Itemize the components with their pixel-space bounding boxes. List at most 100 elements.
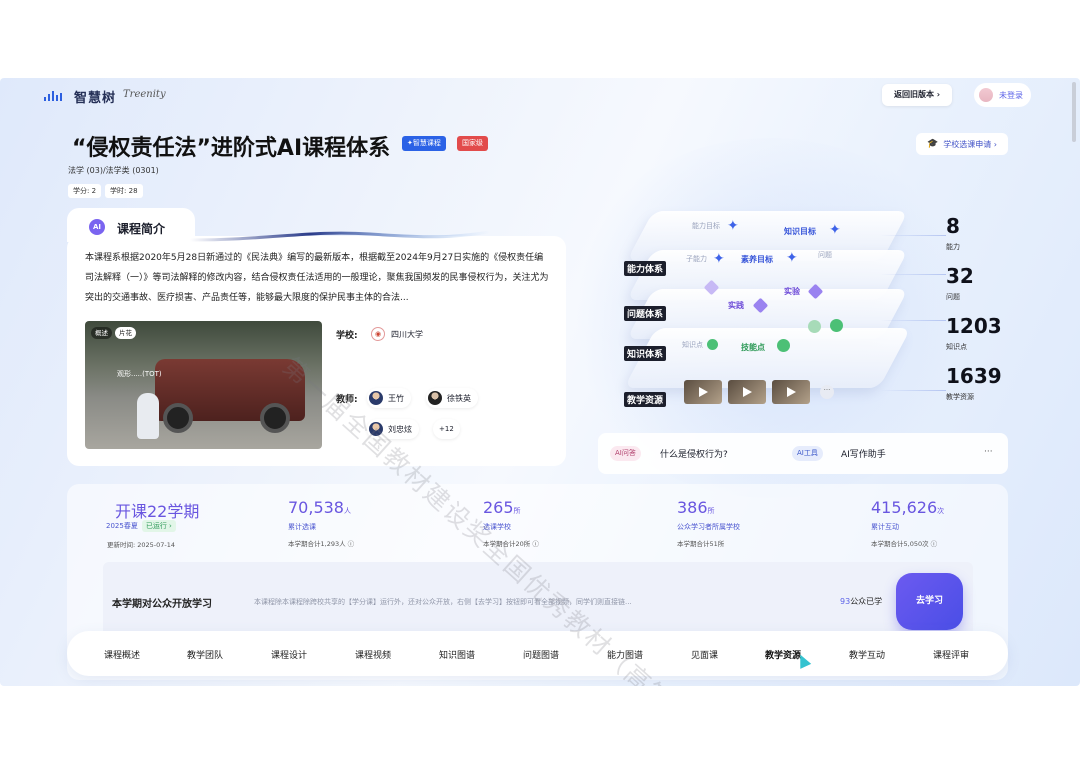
- video-overview-chip[interactable]: 概述: [91, 327, 112, 339]
- knowledge-dot-icon: [808, 320, 821, 333]
- metric-label-ability: 能力: [946, 243, 960, 251]
- update-time: 更新时间: 2025-07-14: [107, 541, 176, 549]
- tab-meeting[interactable]: 见面课: [691, 648, 718, 661]
- stat-unit: 所: [707, 507, 715, 515]
- intro-title: 课程简介: [117, 222, 166, 236]
- metric-value-knowledge: 1203: [946, 314, 1002, 338]
- credit-row: 学分: 2 学时: 28: [68, 184, 143, 198]
- node-sub-ability[interactable]: 子能力: [686, 254, 707, 264]
- metric-connector: [880, 320, 946, 321]
- stat-public-schools: 386所 公众学习者所属学校 本学期合计51所: [677, 498, 740, 548]
- tab-overview[interactable]: 课程概述: [104, 648, 140, 661]
- node-question[interactable]: 问题: [818, 250, 832, 260]
- knowledge-dot-icon: [707, 339, 718, 350]
- avatar: [979, 88, 993, 102]
- semester-season: 2025春夏: [106, 522, 138, 530]
- resource-video-thumb[interactable]: [728, 380, 766, 404]
- more-resources-button[interactable]: ···: [820, 385, 834, 399]
- metric-connector: [880, 274, 946, 275]
- go-learn-button[interactable]: 去学习: [896, 573, 963, 630]
- ai-more-button[interactable]: ···: [984, 447, 993, 457]
- node-skill-point[interactable]: 技能点: [741, 342, 765, 353]
- top-bar: 智慧树 Treenity 返回旧版本 › 未登录: [0, 78, 1080, 142]
- node-experiment[interactable]: 实验: [784, 286, 800, 297]
- course-page: 智慧树 Treenity 返回旧版本 › 未登录 “侵权责任法”进阶式AI课程体…: [0, 78, 1080, 686]
- sparkle-icon: ✦: [829, 222, 841, 238]
- teacher-chip[interactable]: 王竹: [367, 388, 411, 408]
- node-ability-goal[interactable]: 能力目标: [692, 221, 720, 231]
- node-knowledge-goal[interactable]: 知识目标: [784, 226, 816, 237]
- metric-connector: [880, 390, 946, 391]
- stat-unit: 所: [513, 507, 521, 515]
- layer-label-resource[interactable]: 教学资源: [624, 392, 667, 407]
- teacher-name: 王竹: [388, 393, 404, 403]
- public-learners-count: 93公众已学: [840, 596, 882, 607]
- ai-icon: AI: [89, 219, 105, 235]
- semester-stat: 开课22学期: [115, 498, 199, 522]
- stat-value: 415,626: [871, 498, 938, 517]
- teacher-chip[interactable]: 徐铁英: [426, 388, 478, 408]
- intro-description: 本课程系根据2020年5月28日新通过的《民法典》编写的最新版本，根据截至202…: [85, 253, 549, 303]
- metric-value-resource: 1639: [946, 364, 1002, 388]
- tab-design[interactable]: 课程设计: [271, 648, 307, 661]
- open-learning-desc: 本课程除本课程除跨校共享的【学分课】运行外，还对公众开放，右侧【去学习】按钮即可…: [254, 598, 632, 606]
- video-trailer-chip[interactable]: 片花: [115, 327, 136, 339]
- sparkle-icon: ✦: [727, 218, 739, 234]
- smart-course-tag: ✦智慧课程: [402, 136, 446, 151]
- school-name[interactable]: 四川大学: [391, 329, 423, 340]
- stat-sub: 本学期合计20所 ⓘ: [483, 540, 539, 548]
- layer-label-question[interactable]: 问题体系: [624, 306, 667, 321]
- resource-video-thumb[interactable]: [684, 380, 722, 404]
- teacher-chip[interactable]: 刘忠炫: [367, 419, 419, 439]
- node-practice[interactable]: 实践: [728, 300, 744, 311]
- status-badge[interactable]: 已运行 ›: [141, 520, 176, 532]
- metric-value-question: 32: [946, 264, 974, 288]
- ai-tool-name[interactable]: AI写作助手: [841, 447, 886, 460]
- node-quality-goal[interactable]: 素养目标: [741, 254, 773, 265]
- school-apply-button[interactable]: 🎓 学校选课申请 ›: [916, 133, 1008, 155]
- tab-review[interactable]: 课程评审: [933, 648, 969, 661]
- skill-dot-icon: [777, 339, 790, 352]
- teacher-avatar: [428, 391, 442, 405]
- layer-label-knowledge[interactable]: 知识体系: [624, 346, 667, 361]
- metric-label-resource: 教学资源: [946, 393, 974, 401]
- more-teachers-chip[interactable]: +12: [433, 419, 460, 439]
- tab-videos[interactable]: 课程视频: [355, 648, 391, 661]
- semester-count: 开课22学期: [115, 502, 200, 521]
- stat-label: 公众学习者所属学校: [677, 523, 740, 531]
- old-version-button[interactable]: 返回旧版本 ›: [882, 84, 952, 106]
- node-knowledge-point[interactable]: 知识点: [682, 340, 703, 350]
- video-wheel-front: [163, 403, 193, 433]
- layer-label-ability[interactable]: 能力体系: [624, 261, 667, 276]
- logo-text[interactable]: 智慧树: [74, 87, 116, 106]
- metric-label-knowledge: 知识点: [946, 343, 967, 351]
- stat-value: 386: [677, 498, 708, 517]
- login-button[interactable]: 未登录: [974, 83, 1031, 107]
- stat-sub: 本学期合计1,293人 ⓘ: [288, 540, 355, 548]
- ai-qa-question[interactable]: 什么是侵权行为?: [660, 447, 728, 460]
- course-video[interactable]: 概述 片花 观形.....(TOT): [85, 321, 322, 449]
- video-person: [137, 393, 159, 439]
- tab-knowledge-graph[interactable]: 知识图谱: [439, 648, 475, 661]
- resource-video-thumb[interactable]: [772, 380, 810, 404]
- metric-value-ability: 8: [946, 214, 960, 238]
- credit-chip: 学分: 2: [68, 184, 102, 198]
- stat-enrollment: 70,538人 累计选课 本学期合计1,293人 ⓘ: [288, 498, 354, 548]
- graduation-cap-icon: 🎓: [927, 139, 939, 149]
- login-label: 未登录: [999, 90, 1023, 100]
- sparkle-icon: ✦: [786, 250, 798, 266]
- teacher-name: 刘忠炫: [388, 424, 412, 434]
- logo-icon: [44, 91, 62, 101]
- ai-qa-chip[interactable]: AI问答: [610, 446, 641, 461]
- course-title: “侵权责任法”进阶式AI课程体系: [72, 136, 391, 161]
- sparkle-icon: ✦: [713, 251, 725, 267]
- scrollbar[interactable]: [1072, 82, 1076, 142]
- tab-team[interactable]: 教学团队: [187, 648, 223, 661]
- tab-ability-graph[interactable]: 能力图谱: [607, 648, 643, 661]
- ai-tool-chip[interactable]: AI工具: [792, 446, 823, 461]
- stat-unit: 次: [937, 507, 945, 515]
- stat-schools: 265所 选课学校 本学期合计20所 ⓘ: [483, 498, 539, 548]
- tab-question-graph[interactable]: 问题图谱: [523, 648, 559, 661]
- learners-suffix: 公众已学: [850, 597, 883, 606]
- tab-interaction[interactable]: 教学互动: [849, 648, 885, 661]
